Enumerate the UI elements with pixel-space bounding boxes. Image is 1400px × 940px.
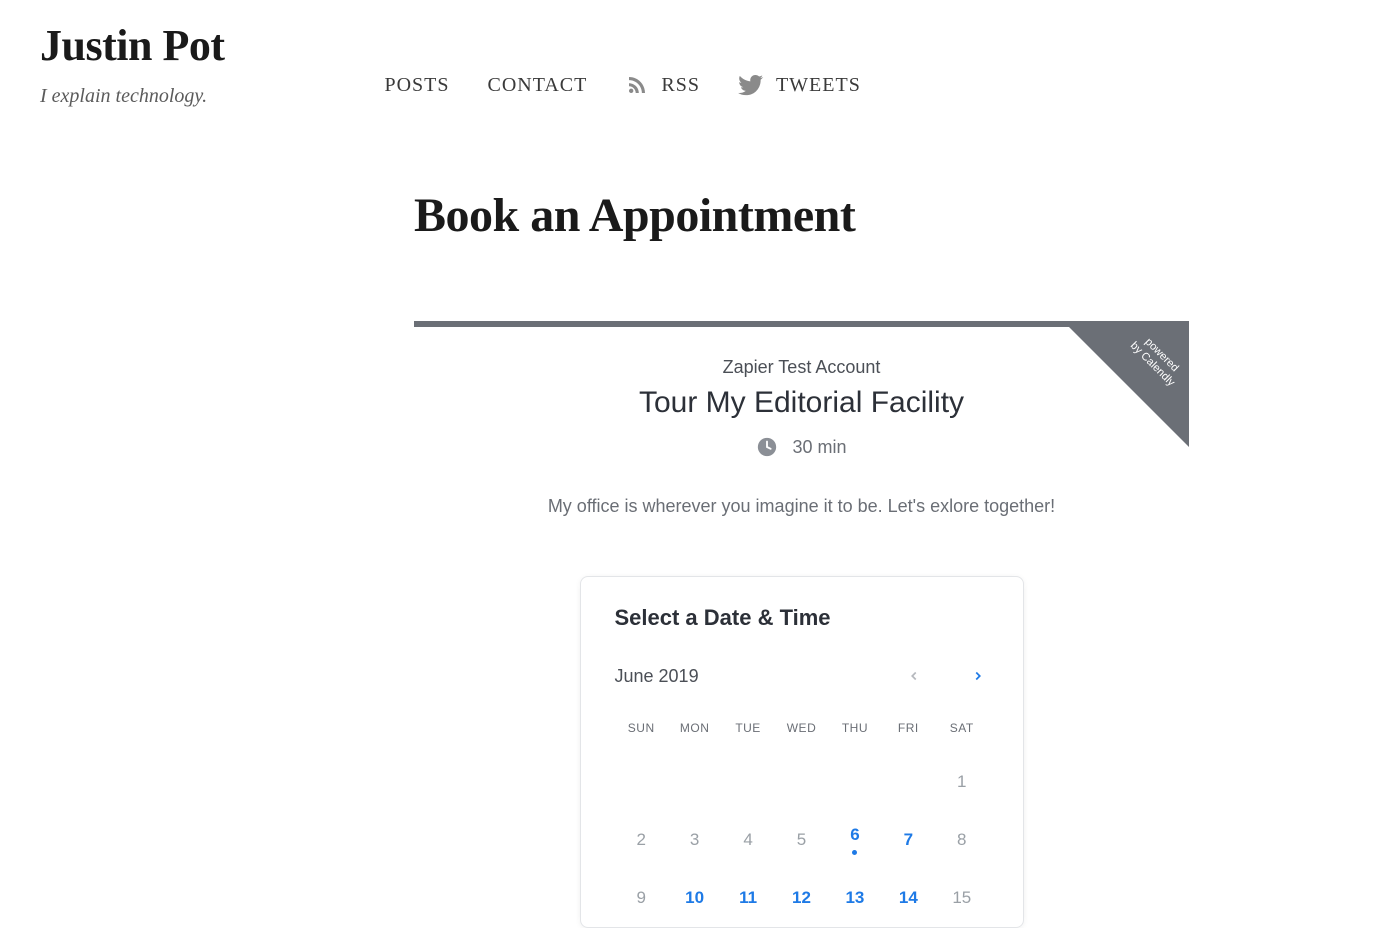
dow-label: SAT bbox=[935, 721, 988, 735]
dow-label: FRI bbox=[882, 721, 935, 735]
calendar-day-empty bbox=[615, 753, 668, 811]
calendar-day: 9 bbox=[615, 869, 668, 927]
site-identity: Justin Pot I explain technology. bbox=[40, 20, 224, 108]
calendar-month-row: June 2019 bbox=[615, 665, 989, 687]
calendar-day[interactable]: 13 bbox=[828, 869, 881, 927]
calendar-day[interactable]: 10 bbox=[668, 869, 721, 927]
next-month-button[interactable] bbox=[967, 665, 989, 687]
nav-contact[interactable]: CONTACT bbox=[488, 74, 588, 97]
calendar-nav bbox=[903, 665, 989, 687]
calendar-day-empty bbox=[721, 753, 774, 811]
calendar-day: 8 bbox=[935, 811, 988, 869]
calendar-days-grid: 123456789101112131415 bbox=[615, 753, 989, 927]
day-of-week-row: SUN MON TUE WED THU FRI SAT bbox=[615, 721, 989, 735]
dow-label: WED bbox=[775, 721, 828, 735]
nav-rss[interactable]: RSS bbox=[625, 73, 700, 97]
site-header: Justin Pot I explain technology. POSTS C… bbox=[0, 0, 1400, 108]
calendar-heading: Select a Date & Time bbox=[615, 605, 989, 631]
calendar-card: Select a Date & Time June 2019 SUN MON T… bbox=[580, 576, 1024, 928]
calendar-day: 2 bbox=[615, 811, 668, 869]
calendly-embed: powered by Calendly Zapier Test Account … bbox=[414, 321, 1189, 928]
event-description: My office is wherever you imagine it to … bbox=[494, 493, 1109, 520]
calendar-day-empty bbox=[828, 753, 881, 811]
nav-posts[interactable]: POSTS bbox=[384, 74, 449, 97]
calendar-day[interactable]: 6 bbox=[828, 811, 881, 869]
main-content: Book an Appointment powered by Calendly … bbox=[414, 188, 1189, 928]
site-tagline: I explain technology. bbox=[40, 85, 224, 108]
calendar-day[interactable]: 12 bbox=[775, 869, 828, 927]
calendar-month-label: June 2019 bbox=[615, 666, 699, 687]
calendar-day: 3 bbox=[668, 811, 721, 869]
duration-row: 30 min bbox=[756, 436, 846, 458]
nav-label: RSS bbox=[661, 74, 700, 97]
nav-tweets[interactable]: TWEETS bbox=[738, 72, 861, 98]
calendar-day[interactable]: 7 bbox=[882, 811, 935, 869]
calendar-day-empty bbox=[882, 753, 935, 811]
calendar-day: 5 bbox=[775, 811, 828, 869]
dow-label: THU bbox=[828, 721, 881, 735]
prev-month-button[interactable] bbox=[903, 665, 925, 687]
calendar-day: 4 bbox=[721, 811, 774, 869]
page-title: Book an Appointment bbox=[414, 188, 1189, 243]
calendar-day[interactable]: 14 bbox=[882, 869, 935, 927]
rss-icon bbox=[625, 73, 649, 97]
twitter-icon bbox=[738, 72, 764, 98]
calendar-day-empty bbox=[775, 753, 828, 811]
site-title[interactable]: Justin Pot bbox=[40, 20, 224, 71]
powered-by-badge[interactable] bbox=[1069, 327, 1189, 447]
duration-text: 30 min bbox=[792, 437, 846, 458]
dow-label: MON bbox=[668, 721, 721, 735]
dow-label: SUN bbox=[615, 721, 668, 735]
nav-label: CONTACT bbox=[488, 74, 588, 97]
nav-label: POSTS bbox=[384, 74, 449, 97]
calendar-day[interactable]: 11 bbox=[721, 869, 774, 927]
event-title: Tour My Editorial Facility bbox=[494, 386, 1109, 420]
dow-label: TUE bbox=[721, 721, 774, 735]
account-name: Zapier Test Account bbox=[494, 357, 1109, 378]
primary-nav: POSTS CONTACT RSS TWEETS bbox=[384, 72, 860, 98]
calendar-day: 15 bbox=[935, 869, 988, 927]
calendar-day: 1 bbox=[935, 753, 988, 811]
nav-label: TWEETS bbox=[776, 74, 861, 97]
calendar-day-empty bbox=[668, 753, 721, 811]
clock-icon bbox=[756, 436, 778, 458]
